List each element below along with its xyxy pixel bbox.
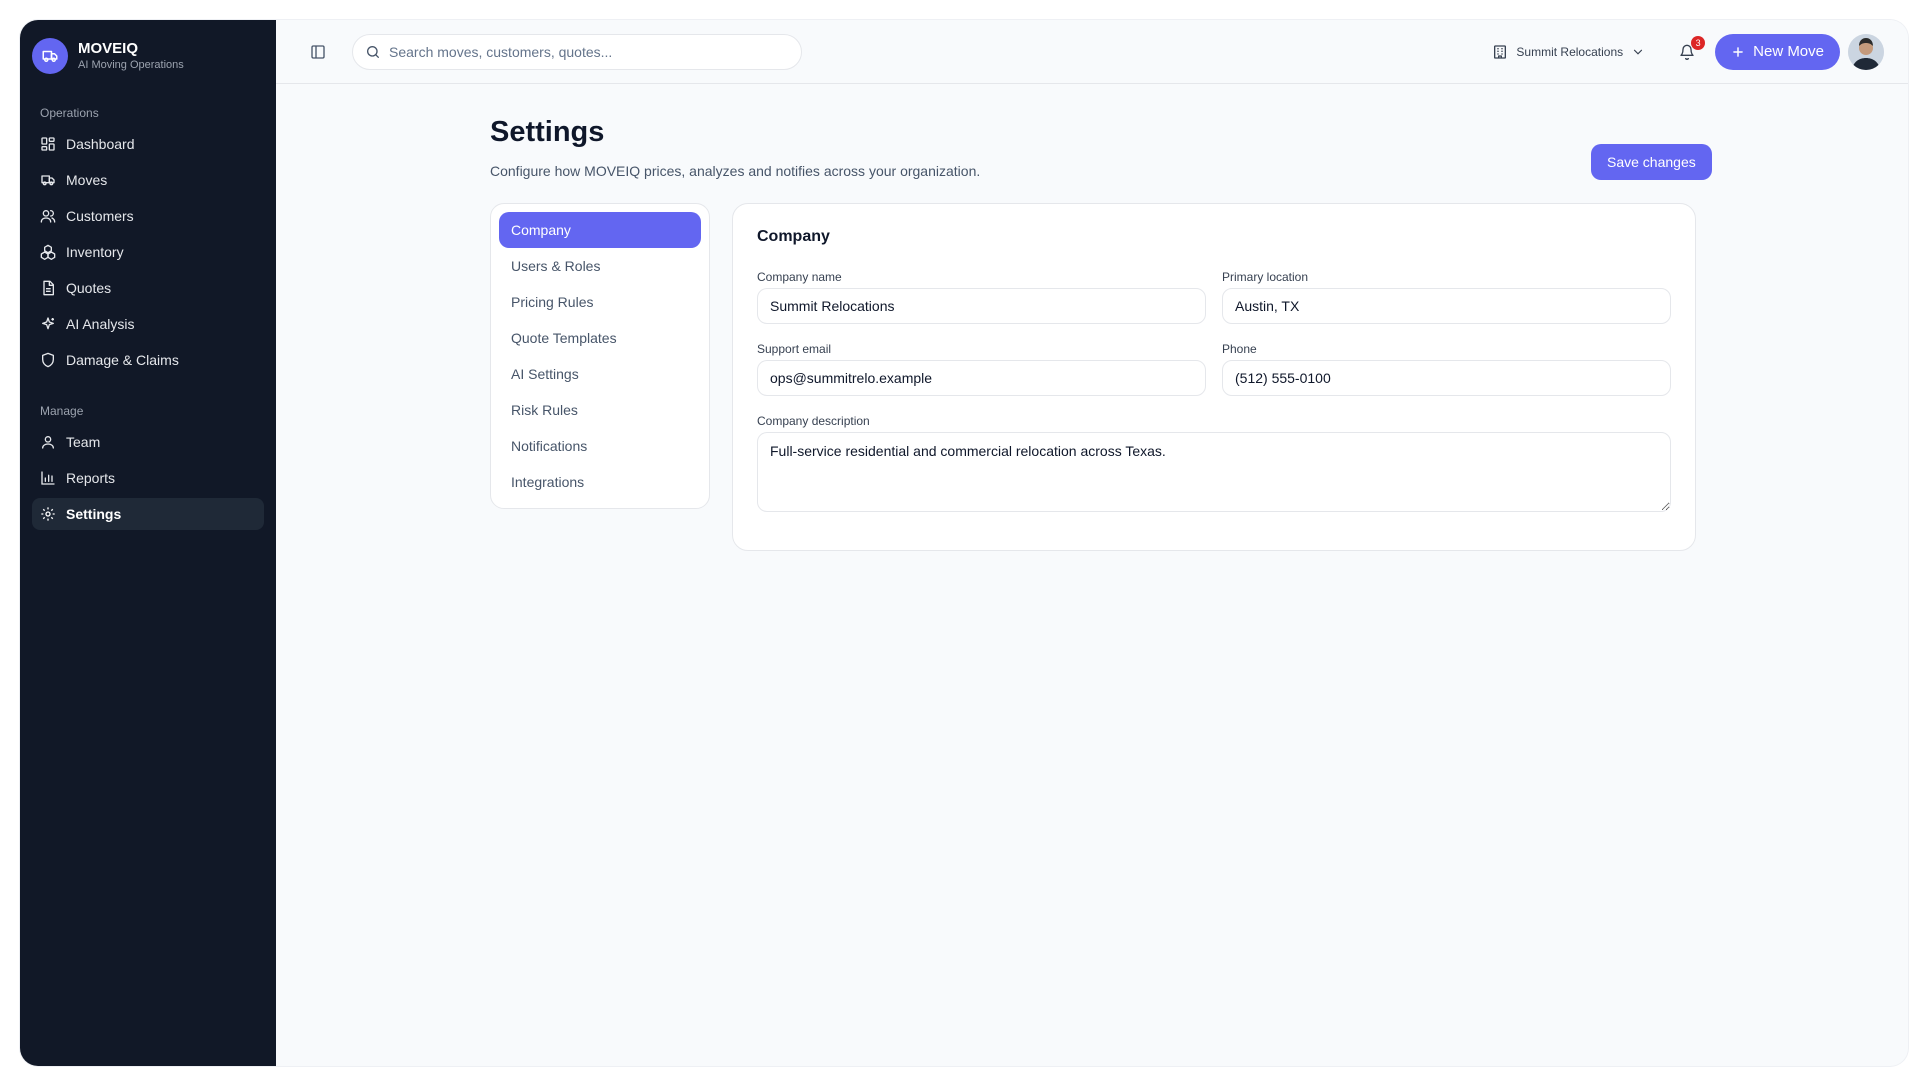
support-email-input[interactable] — [757, 360, 1206, 396]
sidebar-item-reports[interactable]: Reports — [32, 462, 264, 494]
chevron-down-icon — [1634, 49, 1643, 55]
user-icon — [42, 436, 54, 449]
new-move-label: New Move — [1753, 43, 1824, 60]
company-description-group: Company description Full-service residen… — [757, 414, 1671, 517]
truck-icon — [41, 175, 55, 186]
gear-icon — [41, 507, 55, 521]
company-panel: Company Company name Primary location Su… — [732, 203, 1696, 551]
sidebar-item-customers[interactable]: Customers — [32, 200, 264, 232]
settings-tab-quote-templates[interactable]: Quote Templates — [499, 320, 701, 356]
primary-location-label: Primary location — [1222, 270, 1309, 284]
company-form: Company name Primary location Support em… — [757, 270, 1671, 517]
sidebar-item-damage-claims[interactable]: Damage & Claims — [32, 344, 264, 376]
sidebar-item-moves[interactable]: Moves — [32, 164, 264, 196]
boxes-icon — [40, 244, 56, 260]
manage-section-label: Manage — [40, 404, 84, 418]
settings-tab-ai-settings[interactable]: AI Settings — [499, 356, 701, 392]
sidebar-item-label: Quotes — [66, 280, 112, 296]
sidebar-item-label: Team — [66, 434, 101, 450]
sidebar-item-label: Inventory — [66, 244, 124, 260]
bar-chart-icon — [41, 471, 55, 485]
sidebar-toggle-button[interactable] — [306, 40, 330, 64]
building-icon — [1494, 44, 1507, 59]
sidebar-item-inventory[interactable]: Inventory — [32, 236, 264, 268]
sidebar-item-label: AI Analysis — [66, 316, 135, 332]
phone-input[interactable] — [1222, 360, 1671, 396]
org-switcher[interactable]: Summit Relocations — [1492, 44, 1645, 60]
new-move-button[interactable]: New Move — [1715, 33, 1840, 70]
sidebar-item-ai-analysis[interactable]: AI Analysis — [32, 308, 264, 340]
sidebar-item-quotes[interactable]: Quotes — [32, 272, 264, 304]
topbar-right: Summit Relocations 3 New Move — [1492, 33, 1884, 70]
save-changes-button[interactable]: Save changes — [1591, 144, 1712, 180]
app-window: MOVEIQ AI Moving Operations Operations D… — [20, 20, 1908, 1066]
avatar[interactable] — [1848, 33, 1884, 70]
notification-count-badge: 3 — [1691, 35, 1706, 50]
primary-location-group: Primary location — [1222, 270, 1671, 324]
brand-name: MOVEIQ — [78, 40, 139, 57]
company-description-textarea[interactable]: Full-service residential and commercial … — [757, 432, 1671, 512]
support-email-label: Support email — [757, 342, 832, 356]
sidebar-item-team[interactable]: Team — [32, 426, 264, 458]
operations-section-label: Operations — [40, 106, 99, 120]
support-email-group: Support email — [757, 342, 1206, 396]
phone-group: Phone — [1222, 342, 1671, 396]
notifications-button[interactable]: 3 — [1677, 35, 1706, 62]
sidebar-item-settings[interactable]: Settings — [32, 498, 264, 530]
users-icon — [40, 210, 56, 223]
company-description-label: Company description — [757, 414, 870, 428]
sidebar-item-label: Settings — [66, 506, 122, 522]
company-name-label: Company name — [757, 270, 842, 284]
company-name-input[interactable] — [757, 288, 1206, 324]
settings-tab-company[interactable]: Company — [499, 212, 701, 248]
settings-content: Settings Configure how MOVEIQ prices, an… — [276, 84, 1908, 551]
settings-tab-users-roles[interactable]: Users & Roles — [499, 248, 701, 284]
sidebar-item-label: Reports — [66, 470, 116, 486]
sidebar-toggle-icon — [311, 44, 325, 59]
settings-nav: Company Users & Roles Pricing Rules Quot… — [490, 203, 710, 509]
sidebar-item-label: Damage & Claims — [66, 352, 179, 368]
topbar: Summit Relocations 3 New Move — [276, 20, 1908, 84]
search-bar[interactable] — [352, 33, 802, 70]
settings-layout: Company Users & Roles Pricing Rules Quot… — [490, 203, 1908, 551]
brand[interactable]: MOVEIQ AI Moving Operations — [32, 36, 264, 76]
sidebar-item-label: Moves — [66, 172, 108, 188]
document-icon — [43, 280, 54, 296]
dashboard-icon — [41, 137, 55, 151]
sidebar-item-dashboard[interactable]: Dashboard — [32, 128, 264, 160]
sparkles-icon — [42, 317, 54, 330]
settings-tab-risk-rules[interactable]: Risk Rules — [499, 392, 701, 428]
primary-location-input[interactable] — [1222, 288, 1671, 324]
search-icon — [367, 45, 379, 58]
panel-title: Company — [757, 228, 830, 245]
settings-tab-notifications[interactable]: Notifications — [499, 428, 701, 464]
search-input[interactable] — [389, 43, 789, 60]
phone-label: Phone — [1222, 342, 1257, 356]
main-area: Summit Relocations 3 New Move Settings C… — [276, 20, 1908, 1066]
sidebar-item-label: Dashboard — [66, 136, 135, 152]
brand-tagline: AI Moving Operations — [78, 59, 184, 71]
org-name: Summit Relocations — [1516, 44, 1624, 59]
settings-tab-integrations[interactable]: Integrations — [499, 464, 701, 500]
company-name-group: Company name — [757, 270, 1206, 324]
user-avatar-icon — [1848, 33, 1884, 70]
sidebar: MOVEIQ AI Moving Operations Operations D… — [20, 20, 276, 1066]
plus-icon — [1733, 46, 1743, 57]
shield-icon — [42, 352, 54, 368]
sidebar-item-label: Customers — [66, 208, 134, 224]
truck-logo-icon — [32, 38, 68, 74]
settings-tab-pricing-rules[interactable]: Pricing Rules — [499, 284, 701, 320]
